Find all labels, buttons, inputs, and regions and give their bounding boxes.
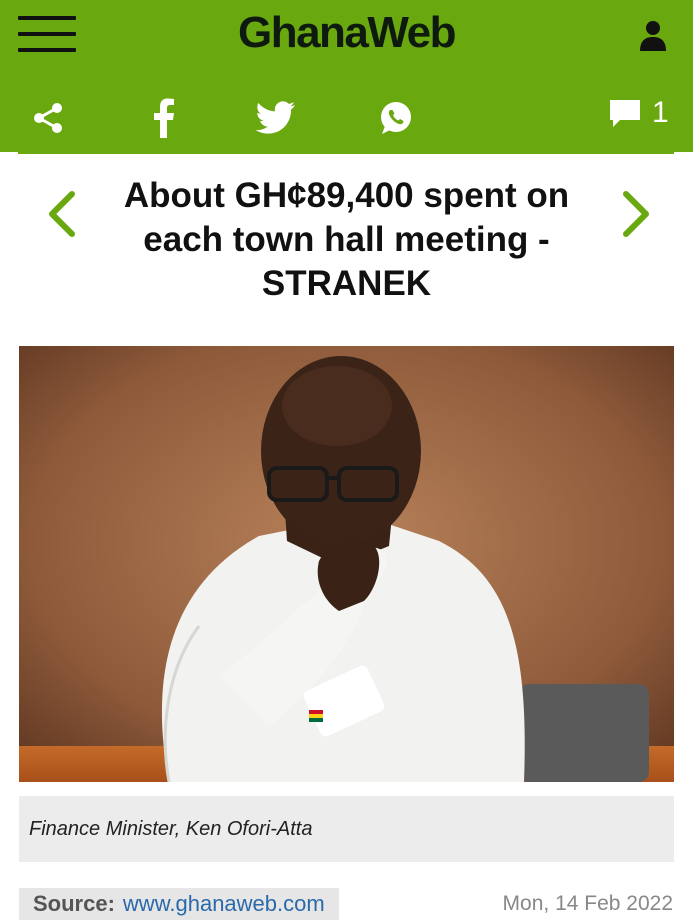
share-bar <box>0 86 693 148</box>
source-box: Source: www.ghanaweb.com <box>19 888 339 920</box>
headline-area: About GH¢89,400 spent on each town hall … <box>0 174 693 310</box>
article-photo <box>19 346 674 782</box>
article-headline: About GH¢89,400 spent on each town hall … <box>123 176 570 303</box>
comments-button[interactable]: 1 <box>608 96 669 130</box>
comment-icon <box>610 100 640 127</box>
facebook-icon[interactable] <box>146 96 182 140</box>
image-caption-box: Finance Minister, Ken Ofori-Atta <box>19 796 674 862</box>
header-divider <box>18 148 674 154</box>
comments-count: 1 <box>652 96 669 129</box>
share-icon[interactable] <box>28 96 68 140</box>
user-icon[interactable] <box>636 18 670 52</box>
site-logo[interactable]: GhanaWeb <box>0 8 693 58</box>
whatsapp-icon[interactable] <box>376 96 416 140</box>
twitter-icon[interactable] <box>254 96 298 140</box>
image-caption: Finance Minister, Ken Ofori-Atta <box>29 818 313 840</box>
source-label: Source: <box>33 891 115 916</box>
publish-date: Mon, 14 Feb 2022 <box>502 892 673 915</box>
source-link[interactable]: www.ghanaweb.com <box>123 891 325 917</box>
next-article-arrow-icon[interactable] <box>620 188 654 240</box>
previous-article-arrow-icon[interactable] <box>44 188 78 240</box>
